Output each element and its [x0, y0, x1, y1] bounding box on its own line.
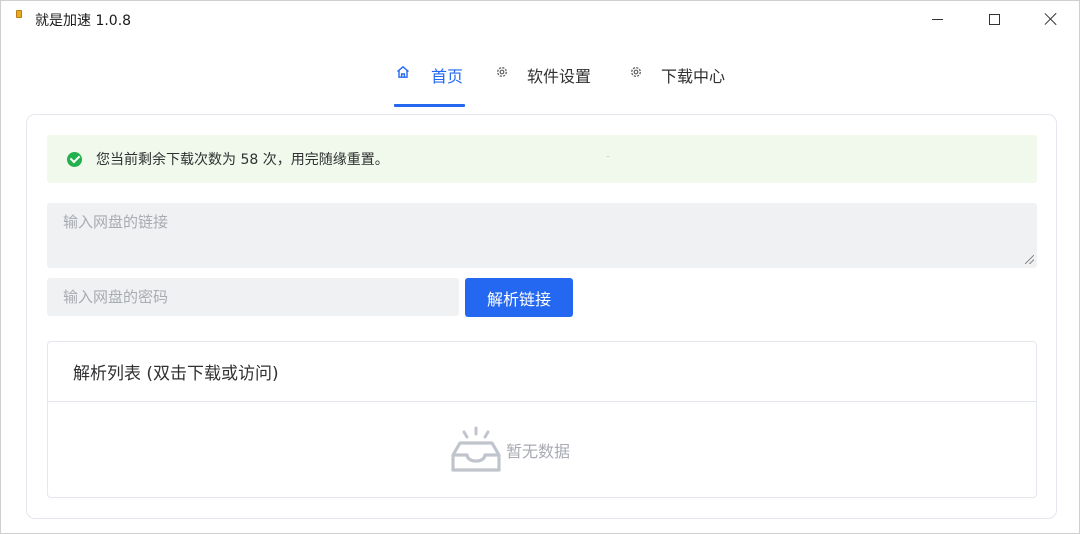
alert-text: 您当前剩余下载次数为 58 次，用完随缘重置。 — [96, 152, 389, 168]
window-title: 就是加速 1.0.8 — [35, 13, 132, 29]
remaining-downloads-alert: 您当前剩余下载次数为 58 次，用完随缘重置。 — [47, 135, 1037, 183]
empty-text: 暂无数据 — [505, 441, 570, 461]
parse-link-button[interactable]: 解析链接 — [465, 278, 573, 317]
maximize-button[interactable] — [971, 1, 1017, 37]
gear-icon — [495, 65, 509, 83]
parse-list-panel: 解析列表 (双击下载或访问) 暂无数据 — [47, 341, 1037, 498]
gear-icon — [629, 65, 643, 83]
tab-download-center[interactable]: 下载中心 — [629, 51, 725, 107]
link-input[interactable] — [47, 203, 1037, 268]
empty-state: 暂无数据 — [48, 402, 1036, 497]
maximize-icon — [988, 13, 1000, 25]
active-tab-indicator — [394, 104, 465, 107]
empty-inbox-icon — [451, 426, 501, 472]
password-input[interactable] — [47, 278, 459, 316]
main-card: 您当前剩余下载次数为 58 次，用完随缘重置。 解析链接 解析列表 (双击下载或… — [26, 114, 1057, 519]
close-button[interactable] — [1028, 1, 1074, 37]
app-icon — [16, 10, 22, 18]
main-nav: 首页 软件设置 下载中心 — [1, 51, 1079, 107]
tab-download-center-label: 下载中心 — [661, 67, 726, 86]
parse-list-title: 解析列表 (双击下载或访问) — [48, 342, 1036, 402]
close-icon — [1044, 12, 1058, 26]
tab-home[interactable]: 首页 — [396, 51, 463, 107]
minimize-icon — [931, 18, 943, 20]
success-check-icon — [67, 151, 82, 167]
title-bar: 就是加速 1.0.8 — [1, 1, 1079, 37]
minimize-button[interactable] — [914, 1, 960, 37]
tab-software-settings-label: 软件设置 — [527, 67, 592, 86]
app-window: 就是加速 1.0.8 首页 软件设置 下载中心 您当前剩余下载次数为 58 次，… — [0, 0, 1080, 534]
home-icon — [396, 65, 410, 83]
resize-handle[interactable] — [1025, 255, 1034, 264]
tab-home-label: 首页 — [431, 67, 464, 86]
tab-software-settings[interactable]: 软件设置 — [495, 51, 591, 107]
